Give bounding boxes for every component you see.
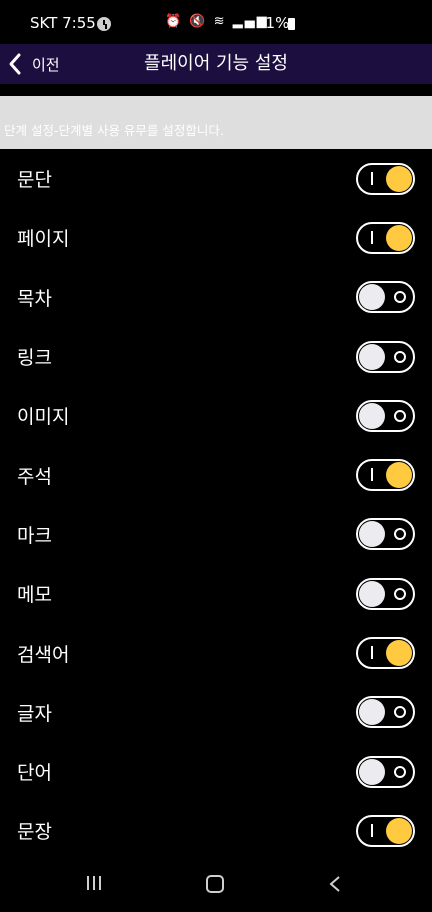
toggle-knob	[386, 165, 412, 192]
setting-row: 주석	[0, 445, 432, 504]
toggle-off-mark	[394, 528, 406, 541]
home-icon[interactable]	[206, 875, 224, 893]
status-bar: SKT 7:55 ⏰ 🔇 ≋ ▂▄▆ 71%	[0, 0, 432, 44]
setting-label: 링크	[17, 347, 52, 370]
toggle-knob	[359, 758, 385, 785]
spacer	[0, 84, 432, 96]
setting-row: 링크	[0, 327, 432, 386]
setting-row: 이미지	[0, 386, 432, 445]
setting-row: 문단	[0, 149, 432, 208]
setting-toggle[interactable]	[356, 696, 415, 729]
toggle-off-mark	[394, 765, 406, 778]
system-nav-bar	[0, 860, 432, 912]
setting-toggle[interactable]	[356, 221, 415, 254]
setting-label: 문장	[17, 821, 52, 844]
setting-toggle[interactable]	[356, 459, 415, 492]
toggle-knob	[386, 462, 412, 489]
toggle-off-mark	[394, 706, 406, 719]
setting-row: 목차	[0, 268, 432, 327]
setting-row: 검색어	[0, 623, 432, 682]
toggle-on-mark	[371, 171, 373, 185]
setting-row: 페이지	[0, 208, 432, 267]
battery-percent: 71%	[256, 14, 290, 32]
setting-toggle[interactable]	[356, 755, 415, 788]
setting-toggle[interactable]	[356, 281, 415, 314]
system-icons: ⏰ 🔇 ≋ ▂▄▆	[165, 14, 269, 29]
toggle-knob	[359, 521, 385, 548]
setting-toggle[interactable]	[356, 518, 415, 551]
battery-icon	[288, 18, 295, 30]
back-label: 이전	[32, 55, 60, 74]
toggle-off-mark	[394, 291, 406, 304]
setting-row: 마크	[0, 505, 432, 564]
setting-label: 검색어	[17, 643, 70, 666]
toggle-knob	[359, 580, 385, 607]
page-title: 플레이어 기능 설정	[144, 53, 288, 74]
back-button[interactable]: 이전	[6, 44, 60, 84]
toggle-knob	[386, 640, 412, 667]
setting-label: 주석	[17, 465, 52, 488]
description-banner: 단계 설정-단계별 사용 유무를 설정합니다.	[0, 96, 432, 149]
toggle-on-mark	[371, 468, 373, 482]
setting-label: 페이지	[17, 228, 70, 251]
setting-row: 단어	[0, 742, 432, 801]
setting-toggle[interactable]	[356, 340, 415, 373]
setting-label: 문단	[17, 169, 52, 192]
setting-label: 마크	[17, 524, 52, 547]
toggle-on-mark	[371, 230, 373, 244]
recents-icon[interactable]	[87, 876, 103, 892]
setting-label: 글자	[17, 702, 52, 725]
back-icon[interactable]	[328, 874, 342, 894]
toggle-knob	[359, 402, 385, 429]
toggle-knob	[386, 224, 412, 251]
setting-row: 글자	[0, 683, 432, 742]
toggle-knob	[359, 343, 385, 370]
setting-toggle[interactable]	[356, 399, 415, 432]
setting-toggle[interactable]	[356, 577, 415, 610]
toggle-knob	[359, 284, 385, 311]
setting-row: 문장	[0, 801, 432, 860]
setting-row: 메모	[0, 564, 432, 623]
toggle-off-mark	[394, 409, 406, 422]
carrier-time: SKT 7:55	[30, 14, 96, 32]
setting-label: 메모	[17, 584, 52, 607]
chevron-left-icon	[9, 53, 21, 75]
toggle-off-mark	[394, 350, 406, 363]
setting-label: 단어	[17, 762, 52, 785]
clock-icon	[97, 17, 111, 31]
app-header: 이전 플레이어 기능 설정	[0, 44, 432, 84]
toggle-knob	[359, 699, 385, 726]
setting-toggle[interactable]	[356, 637, 415, 670]
toggle-off-mark	[394, 587, 406, 600]
toggle-knob	[386, 817, 412, 844]
settings-list: 문단페이지목차링크이미지주석마크메모검색어글자단어문장	[0, 149, 432, 861]
setting-label: 목차	[17, 287, 52, 310]
toggle-on-mark	[371, 823, 373, 837]
setting-toggle[interactable]	[356, 814, 415, 847]
setting-toggle[interactable]	[356, 162, 415, 195]
description-text: 단계 설정-단계별 사용 유무를 설정합니다.	[4, 123, 224, 138]
setting-label: 이미지	[17, 406, 70, 429]
toggle-on-mark	[371, 646, 373, 660]
